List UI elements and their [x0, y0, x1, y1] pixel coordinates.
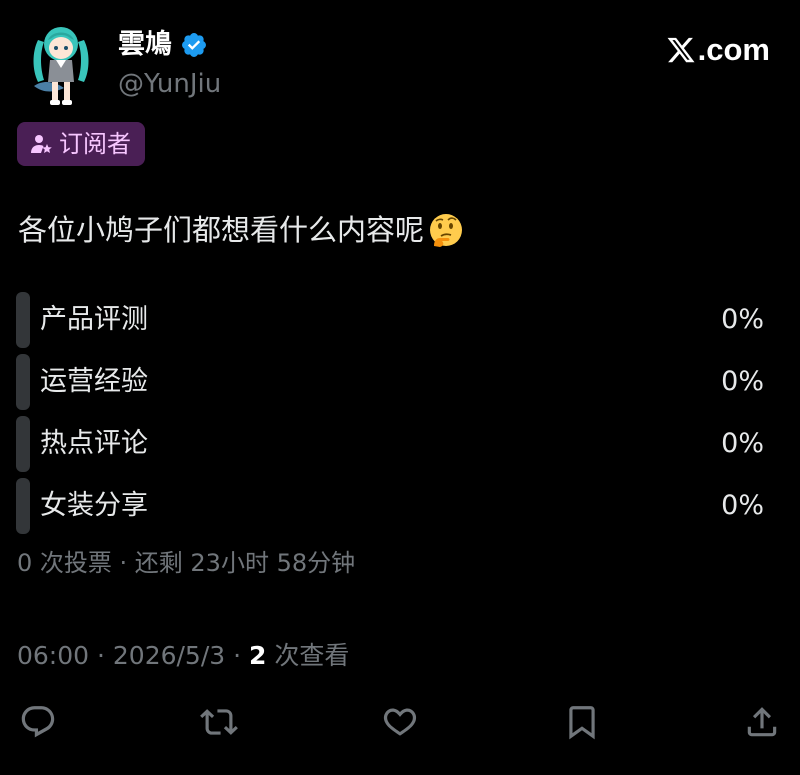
bookmark-icon	[569, 706, 595, 740]
poll-meta: 0 次投票 · 还剩 23小时 58分钟	[17, 549, 356, 577]
poll-option[interactable]: 运营经验 0%	[16, 354, 764, 410]
subscriber-badge[interactable]: 订阅者	[17, 122, 145, 166]
anime-character-avatar-icon	[33, 27, 89, 105]
author-name-row[interactable]: 雲鳩	[118, 28, 208, 62]
author-display-name[interactable]: 雲鳩	[118, 28, 172, 62]
tweet-text-content: 各位小鸠子们都想看什么内容呢	[18, 213, 425, 247]
brand-domain-text: .com	[697, 32, 770, 67]
poll-option[interactable]: 产品评测 0%	[16, 292, 764, 348]
reply-icon	[21, 706, 55, 738]
x-brand: .com	[666, 30, 770, 70]
reply-button[interactable]	[18, 700, 58, 744]
poll-option-label: 产品评测	[40, 304, 148, 335]
bookmark-button[interactable]	[562, 700, 602, 744]
share-button[interactable]	[742, 700, 782, 744]
poll-option-bar	[16, 292, 30, 348]
retweet-icon	[200, 709, 238, 735]
share-icon	[747, 707, 777, 737]
timestamp-row: 06:00 · 2026/5/3 · 2 次查看	[17, 640, 349, 672]
retweet-button[interactable]	[199, 700, 239, 744]
like-icon	[383, 708, 417, 736]
verified-badge-icon	[182, 33, 206, 57]
poll-option-bar	[16, 416, 30, 472]
poll-option-percent: 0%	[721, 428, 764, 459]
poll-option-percent: 0%	[721, 304, 764, 335]
subscriber-person-star-icon	[31, 135, 52, 153]
action-bar	[18, 700, 782, 744]
poll-option-label: 运营经验	[40, 366, 148, 397]
poll-option-label: 热点评论	[40, 428, 148, 459]
author-handle[interactable]: @YunJiu	[118, 68, 221, 100]
poll-option-bar	[16, 478, 30, 534]
thinking-face-emoji-icon	[430, 214, 463, 247]
like-button[interactable]	[380, 700, 420, 744]
poll-option-percent: 0%	[721, 366, 764, 397]
tweet-text: 各位小鸠子们都想看什么内容呢	[18, 208, 464, 252]
poll-option-label: 女装分享	[40, 490, 148, 521]
subscriber-badge-label: 订阅者	[59, 130, 131, 158]
poll-option[interactable]: 女装分享 0%	[16, 478, 764, 534]
x-logo-icon	[667, 37, 695, 63]
poll-option-percent: 0%	[721, 490, 764, 521]
view-count-label: 次查看	[266, 641, 350, 670]
poll-option[interactable]: 热点评论 0%	[16, 416, 764, 472]
view-count: 2	[249, 641, 267, 670]
poll-option-bar	[16, 354, 30, 410]
avatar[interactable]	[30, 22, 92, 108]
poll: 产品评测 0% 运营经验 0% 热点评论 0% 女装分享 0%	[16, 292, 764, 540]
tweet-timestamp[interactable]: 06:00 · 2026/5/3 ·	[17, 641, 249, 670]
